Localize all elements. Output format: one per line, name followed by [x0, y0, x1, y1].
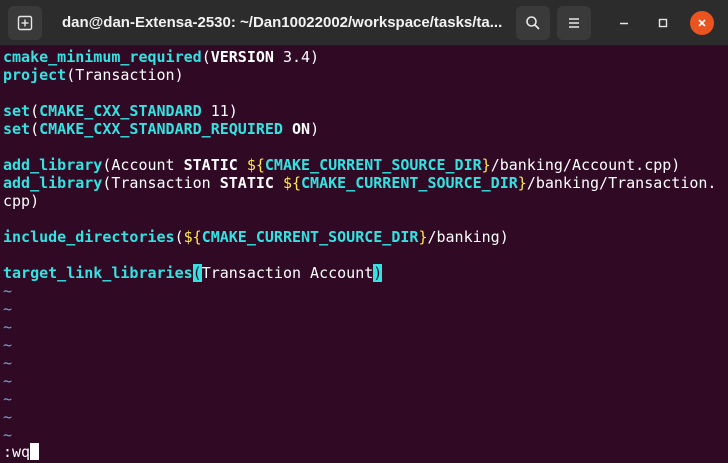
code-text: ( [30, 120, 40, 138]
title-bar: dan@dan-Extensa-2530: ~/Dan10022002/work… [0, 0, 728, 46]
code-text: /banking/Transaction. [526, 174, 717, 192]
keyword: set [3, 120, 31, 138]
code-text: ( [174, 228, 184, 246]
keyword: add_library [3, 174, 103, 192]
code-text: Transaction Account [201, 264, 374, 282]
code-variable: CMAKE_CURRENT_SOURCE_DIR [264, 156, 482, 174]
empty-line-marker: ~ [3, 282, 13, 300]
code-text: ( [201, 48, 211, 66]
new-tab-button[interactable] [8, 6, 42, 40]
code-line-13: target_link_libraries(Transaction Accoun… [3, 264, 728, 282]
code-text: (Transaction) [66, 66, 184, 84]
code-line-5: set(CMAKE_CXX_STANDARD_REQUIRED ON) [3, 120, 728, 138]
keyword: set [3, 102, 31, 120]
code-line-11: include_directories(${CMAKE_CURRENT_SOUR… [3, 228, 728, 246]
close-icon [698, 19, 706, 27]
code-line-8: add_library(Transaction STATIC ${CMAKE_C… [3, 174, 728, 192]
empty-line-marker: ~ [3, 318, 13, 336]
code-line-2: project(Transaction) [3, 66, 728, 84]
maximize-button[interactable] [651, 11, 675, 35]
cursor [30, 443, 40, 460]
code-variable: CMAKE_CURRENT_SOURCE_DIR [201, 228, 419, 246]
empty-line-marker: ~ [3, 408, 13, 426]
matched-paren: ( [192, 264, 202, 282]
empty-line-marker: ~ [3, 336, 13, 354]
code-constant: VERSION [210, 48, 274, 66]
keyword: add_library [3, 156, 103, 174]
empty-line-marker: ~ [3, 372, 13, 390]
search-button[interactable] [516, 6, 550, 40]
command-line[interactable]: :wq [3, 443, 40, 461]
code-line-7: add_library(Account STATIC ${CMAKE_CURRE… [3, 156, 728, 174]
code-text: 3.4) [273, 48, 320, 66]
code-text: /banking) [427, 228, 509, 246]
code-text: ) [310, 120, 320, 138]
code-dollar: } [481, 156, 491, 174]
matched-paren: ) [373, 264, 383, 282]
empty-line-marker: ~ [3, 390, 13, 408]
minimize-icon [620, 22, 628, 25]
code-variable: CMAKE_CXX_STANDARD [39, 102, 202, 120]
code-text: ( [30, 102, 40, 120]
terminal-window: dan@dan-Extensa-2530: ~/Dan10022002/work… [0, 0, 728, 463]
maximize-icon [658, 18, 668, 28]
code-dollar: ${ [282, 174, 302, 192]
empty-line-marker: ~ [3, 426, 13, 444]
vim-editor[interactable]: cmake_minimum_required(VERSION 3.4) proj… [0, 46, 728, 463]
code-dollar: ${ [246, 156, 265, 174]
keyword: include_directories [3, 228, 175, 246]
code-text: (Transaction [102, 174, 220, 192]
code-constant: STATIC [219, 174, 274, 192]
code-variable: CMAKE_CXX_STANDARD_REQUIRED [39, 120, 283, 138]
code-text: /banking/Account.cpp) [490, 156, 681, 174]
code-constant: ON [292, 120, 311, 138]
keyword: cmake_minimum_required [3, 48, 202, 66]
keyword: target_link_libraries [3, 264, 193, 282]
code-text: cpp) [3, 192, 40, 210]
code-line-4: set(CMAKE_CXX_STANDARD 11) [3, 102, 728, 120]
command-text: :wq [3, 443, 31, 461]
code-line-9: cpp) [3, 192, 728, 210]
minimize-button[interactable] [612, 11, 636, 35]
code-variable: CMAKE_CURRENT_SOURCE_DIR [301, 174, 518, 192]
code-text: (Account [102, 156, 184, 174]
hamburger-menu-icon [569, 18, 579, 28]
code-text: 11) [201, 102, 238, 120]
search-icon [526, 16, 540, 30]
menu-button[interactable] [557, 6, 591, 40]
code-dollar: } [517, 174, 527, 192]
empty-line-marker: ~ [3, 300, 13, 318]
code-line-1: cmake_minimum_required(VERSION 3.4) [3, 48, 728, 66]
close-button[interactable] [690, 11, 714, 35]
code-constant: STATIC [183, 156, 238, 174]
empty-line-marker: ~ [3, 354, 13, 372]
keyword: project [3, 66, 67, 84]
window-title: dan@dan-Extensa-2530: ~/Dan10022002/work… [62, 14, 502, 31]
new-tab-icon [17, 15, 33, 31]
code-dollar: ${ [183, 228, 202, 246]
